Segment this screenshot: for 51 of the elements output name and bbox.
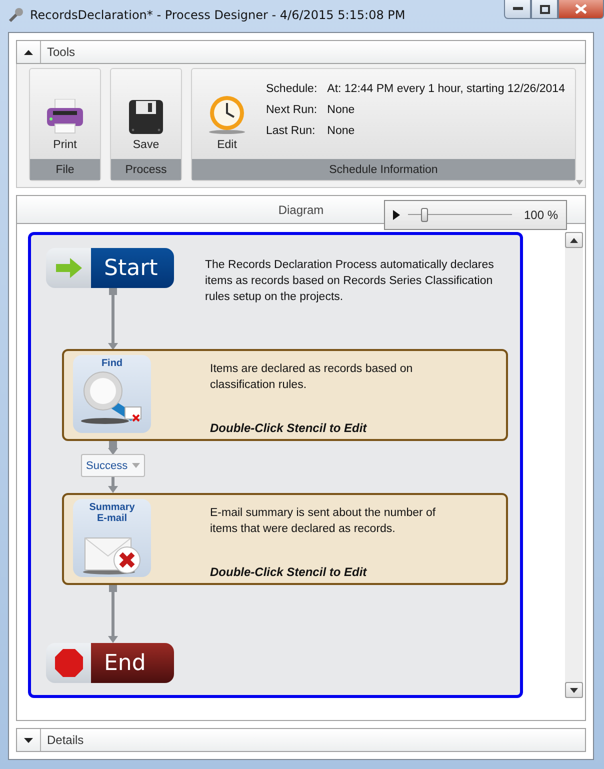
stop-sign-icon: [54, 649, 82, 677]
close-button[interactable]: [558, 0, 604, 19]
group-label: File: [30, 159, 100, 180]
edit-hint: Double-Click Stencil to Edit: [210, 421, 367, 435]
maximize-button[interactable]: [531, 0, 558, 19]
maximize-icon: [540, 4, 550, 14]
stencil-tile[interactable]: Find: [73, 355, 151, 433]
outcome-dropdown[interactable]: Success: [81, 454, 145, 477]
connector-arrow: [108, 585, 118, 643]
group-label: Process: [111, 159, 181, 180]
collapse-icon[interactable]: [24, 50, 33, 54]
connector-arrow: [108, 477, 118, 493]
down-arrow-icon: [570, 688, 578, 692]
panel-title: Diagram: [278, 202, 324, 216]
stencil-tile[interactable]: Summary E-mail: [73, 499, 151, 577]
wrench-icon: [8, 7, 24, 23]
clock-icon: [207, 95, 247, 135]
minimize-button[interactable]: [504, 0, 531, 19]
play-icon[interactable]: [393, 210, 400, 220]
scroll-down-button[interactable]: [565, 682, 583, 698]
ribbon-button[interactable]: Print: [34, 75, 96, 155]
panel-title: Details: [46, 733, 84, 747]
field-label: Schedule:: [266, 83, 318, 95]
minimize-icon: [512, 7, 522, 11]
ribbon-button[interactable]: Save: [115, 75, 177, 155]
field-value: At: 12:44 PM every 1 hour, starting 12/26/2014: [327, 83, 565, 95]
scroll-up-button[interactable]: [565, 232, 583, 248]
zoom-reading: 100 %: [524, 208, 558, 222]
field-value: None: [327, 125, 356, 137]
ribbon-button[interactable]: Edit: [196, 75, 258, 155]
arrow-icon: [56, 258, 82, 278]
connector-arrow: [108, 441, 118, 455]
group-label: Schedule Information: [192, 159, 575, 180]
field-value: None: [327, 104, 356, 116]
panel-title: Tools: [46, 45, 76, 59]
stencil-card[interactable]: Summary E-mail E-mail summary is sent about the number of items that were declared as records. Double-Click Stencil to Edit: [62, 493, 508, 585]
window-title: RecordsDeclaration* - Process Designer - 4/6/2015 5:15:08 PM: [30, 8, 406, 22]
close-icon: [575, 4, 587, 14]
stencil-card[interactable]: Find Items are declared as records based on classification rules. Double-Click Stencil to Edit: [62, 349, 508, 441]
expand-icon[interactable]: [24, 738, 33, 742]
edit-hint: Double-Click Stencil to Edit: [210, 565, 367, 579]
field-label: Next Run:: [266, 104, 318, 116]
stencil-description: Items are declared as records based on classification rules.: [210, 362, 414, 393]
process-description: The Records Declaration Process automatically declares items as records based on Records Series Classification rules setup on the projects.: [205, 258, 495, 305]
field-label: Last Run:: [266, 125, 316, 137]
printer-icon: [45, 99, 85, 135]
slider-thumb[interactable]: [420, 208, 428, 222]
caret-icon: [132, 463, 140, 468]
connector-arrow: [108, 288, 118, 350]
stencil-description: E-mail summary is sent about the number of items that were declared as records.: [210, 506, 437, 537]
up-arrow-icon: [570, 238, 578, 242]
